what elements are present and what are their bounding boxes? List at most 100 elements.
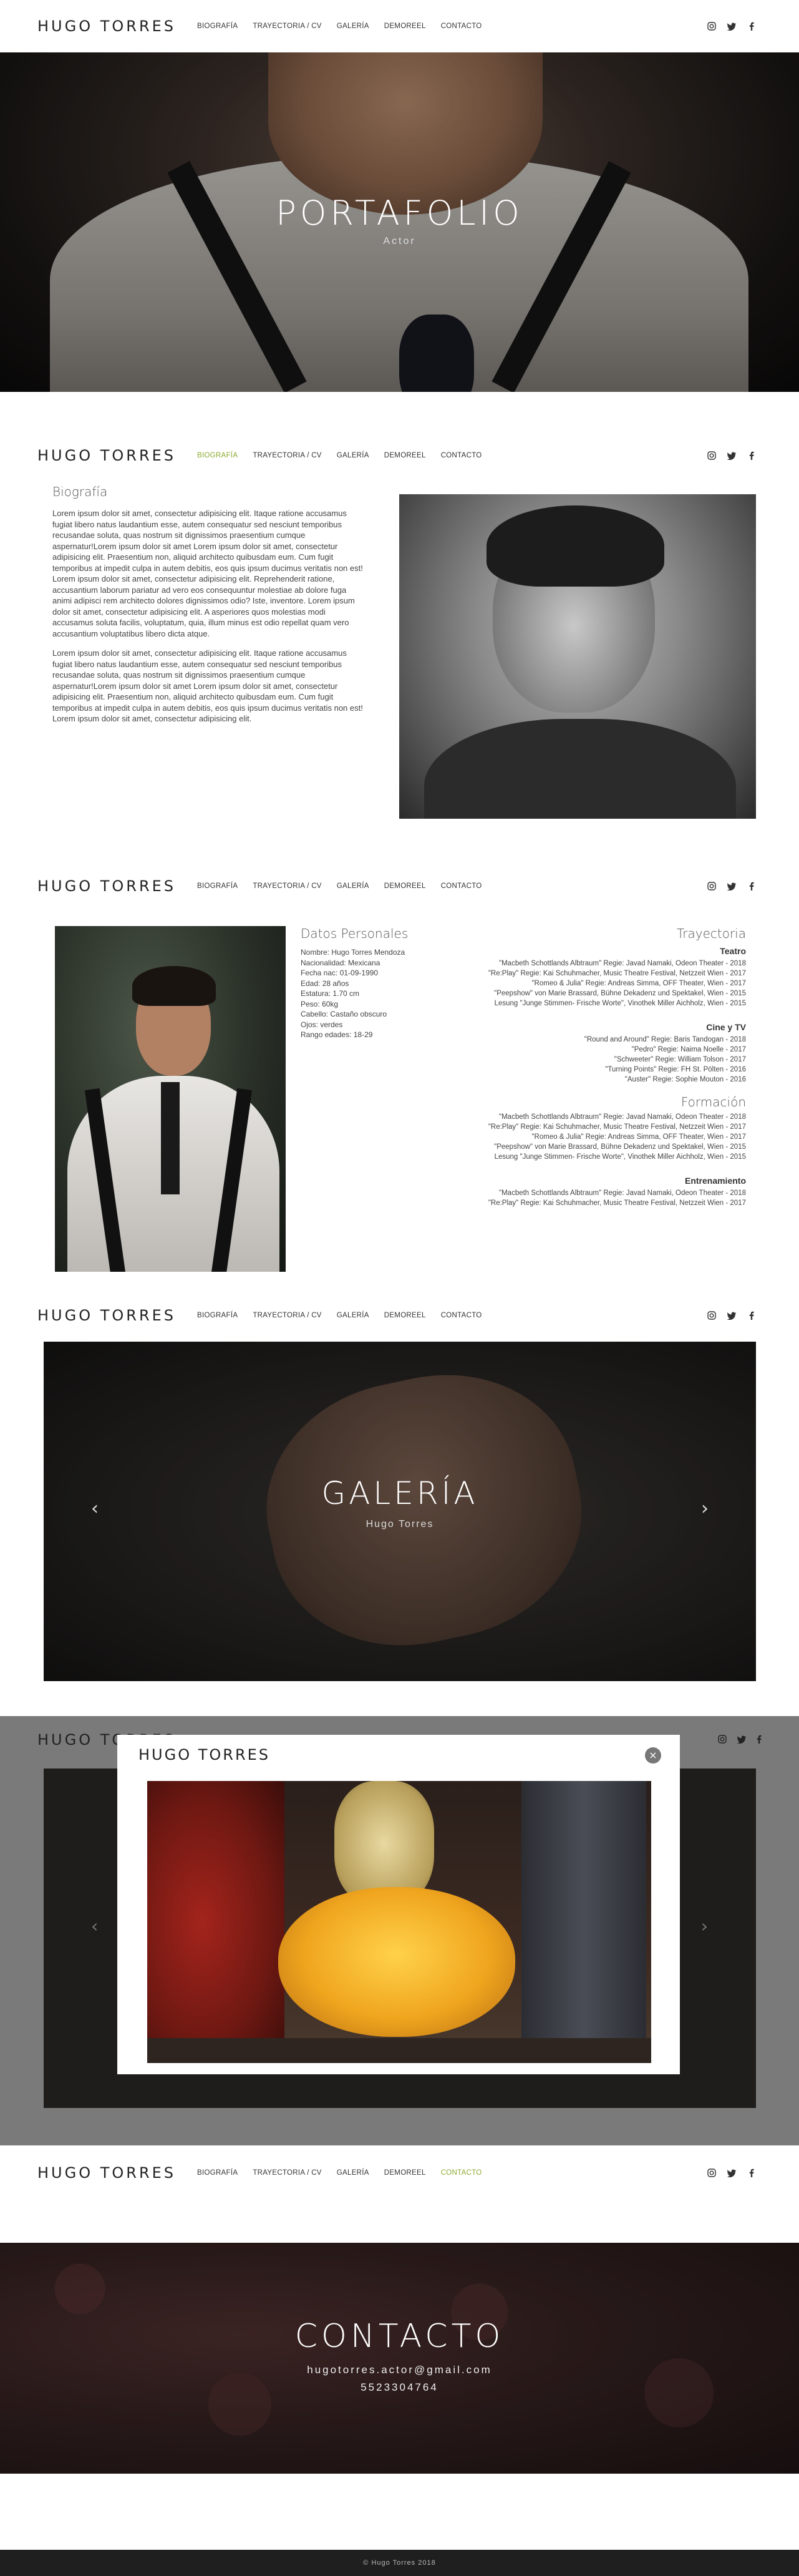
brand-logo[interactable]: HUGO TORRES xyxy=(37,17,197,35)
contact-title: CONTACTO xyxy=(294,2318,505,2355)
nav-demoreel[interactable]: DEMOREEL xyxy=(384,22,426,30)
brand-logo[interactable]: HUGO TORRES xyxy=(37,1307,197,1324)
trayectoria-column: Trayectoria Teatro "Macbeth Schottlands … xyxy=(449,926,746,1208)
cine-item: "Turning Points" Regie: FH St. Pölten - … xyxy=(605,1066,746,1073)
nav-trayectoria[interactable]: TRAYECTORIA / CV xyxy=(253,22,321,30)
formacion-item: "Macbeth Schottlands Albtraum" Regie: Ja… xyxy=(499,1113,746,1121)
datos-item: Edad: 28 años xyxy=(301,978,349,988)
instagram-icon[interactable] xyxy=(707,2168,717,2178)
twitter-icon xyxy=(737,1735,747,1747)
formacion-item: "Peepshow" von Marie Brassard, Bühne Dek… xyxy=(494,1143,746,1151)
nav-contacto[interactable]: CONTACTO xyxy=(441,22,482,30)
formacion-item: "Re:Play" Regie: Kai Schuhmacher, Music … xyxy=(488,1123,746,1131)
facebook-icon[interactable] xyxy=(747,2168,757,2178)
gallery-subtitle: Hugo Torres xyxy=(366,1519,434,1530)
contact-section: CONTACTO hugotorres.actor@gmail.com 5523… xyxy=(0,2243,799,2474)
facebook-icon[interactable] xyxy=(747,451,757,461)
modal-title: HUGO TORRES xyxy=(138,1746,271,1764)
bio-title: Biografía xyxy=(52,484,108,499)
gallery-prev-icon: ‹ xyxy=(91,1916,99,1936)
cine-item: "Auster" Regie: Sophie Mouton - 2016 xyxy=(624,1076,746,1083)
nav-galeria[interactable]: GALERÍA xyxy=(337,1312,369,1319)
hero-subtitle: Actor xyxy=(383,236,416,246)
bio-text: Lorem ipsum dolor sit amet, consectetur … xyxy=(52,508,364,733)
formacion-title: Formación xyxy=(680,1095,746,1110)
instagram-icon[interactable] xyxy=(707,21,717,31)
twitter-icon[interactable] xyxy=(727,21,737,31)
trayectoria-title: Trayectoria xyxy=(676,926,746,941)
nav-demoreel[interactable]: DEMOREEL xyxy=(384,452,426,459)
cine-item: "Round and Around" Regie: Baris Tandogan… xyxy=(584,1036,746,1043)
lightbox-modal: HUGO TORRES × xyxy=(117,1735,680,2074)
twitter-icon[interactable] xyxy=(727,1310,737,1320)
brand-logo[interactable]: HUGO TORRES xyxy=(37,877,197,895)
bio-nav: HUGO TORRES BIOGRAFÍA TRAYECTORIA / CV G… xyxy=(0,429,799,482)
nav-trayectoria[interactable]: TRAYECTORIA / CV xyxy=(253,2169,321,2177)
nav-trayectoria[interactable]: TRAYECTORIA / CV xyxy=(253,882,321,890)
nav-biografia[interactable]: BIOGRAFÍA xyxy=(197,452,238,459)
datos-item: Peso: 60kg xyxy=(301,999,339,1008)
instagram-icon[interactable] xyxy=(707,1310,717,1320)
top-nav: HUGO TORRES BIOGRAFÍA TRAYECTORIA / CV G… xyxy=(0,0,799,52)
nav-trayectoria[interactable]: TRAYECTORIA / CV xyxy=(253,452,321,459)
nav-contacto[interactable]: CONTACTO xyxy=(441,2169,482,2177)
facebook-icon[interactable] xyxy=(747,881,757,891)
trayectoria-photo xyxy=(55,926,286,1272)
gallery-next-icon: › xyxy=(700,1916,708,1936)
instagram-icon[interactable] xyxy=(707,451,717,461)
nav-demoreel[interactable]: DEMOREEL xyxy=(384,1312,426,1319)
entrenamiento-item: "Re:Play" Regie: Kai Schuhmacher, Music … xyxy=(488,1199,746,1207)
nav-biografia[interactable]: BIOGRAFÍA xyxy=(197,22,238,30)
datos-title: Datos Personales xyxy=(301,926,409,941)
nav-demoreel[interactable]: DEMOREEL xyxy=(384,882,426,890)
nav-biografia[interactable]: BIOGRAFÍA xyxy=(197,1312,238,1319)
nav-galeria[interactable]: GALERÍA xyxy=(337,452,369,459)
nav-contacto[interactable]: CONTACTO xyxy=(441,1312,482,1319)
twitter-icon[interactable] xyxy=(727,451,737,461)
twitter-icon[interactable] xyxy=(727,2168,737,2178)
datos-item: Estatura: 1.70 cm xyxy=(301,989,360,998)
nav-galeria[interactable]: GALERÍA xyxy=(337,882,369,890)
twitter-icon[interactable] xyxy=(727,881,737,891)
footer-copyright: © Hugo Torres 2018 xyxy=(0,2550,799,2576)
contact-email[interactable]: hugotorres.actor@gmail.com xyxy=(0,2364,799,2376)
nav-biografia[interactable]: BIOGRAFÍA xyxy=(197,2169,238,2177)
bio-photo xyxy=(399,494,756,819)
nav-galeria[interactable]: GALERÍA xyxy=(337,2169,369,2177)
entrenamiento-title: Entrenamiento xyxy=(684,1176,746,1186)
nav-galeria[interactable]: GALERÍA xyxy=(337,22,369,30)
datos-item: Nacionalidad: Mexicana xyxy=(301,958,380,967)
teatro-title: Teatro xyxy=(720,946,746,956)
bio-paragraph-2: Lorem ipsum dolor sit amet, consectetur … xyxy=(52,648,363,723)
facebook-icon[interactable] xyxy=(747,21,757,31)
brand-logo[interactable]: HUGO TORRES xyxy=(37,447,197,464)
brand-logo[interactable]: HUGO TORRES xyxy=(37,2164,197,2182)
entrenamiento-item: "Macbeth Schottlands Albtraum" Regie: Ja… xyxy=(499,1189,746,1197)
instagram-icon[interactable] xyxy=(707,881,717,891)
datos-item: Fecha nac: 01-09-1990 xyxy=(301,968,379,977)
datos-personales: Datos Personales Nombre: Hugo Torres Men… xyxy=(301,926,438,1040)
nav-biografia[interactable]: BIOGRAFÍA xyxy=(197,882,238,890)
formacion-item: "Romeo & Julia" Regie: Andreas Simma, OF… xyxy=(531,1133,746,1141)
contacto-nav: HUGO TORRES BIOGRAFÍA TRAYECTORIA / CV G… xyxy=(0,2147,799,2199)
facebook-icon[interactable] xyxy=(747,1310,757,1320)
teatro-item: "Romeo & Julia" Regie: Andreas Simma, OF… xyxy=(531,980,746,987)
cine-title: Cine y TV xyxy=(706,1022,746,1032)
nav-trayectoria[interactable]: TRAYECTORIA / CV xyxy=(253,1312,321,1319)
nav-demoreel[interactable]: DEMOREEL xyxy=(384,2169,426,2177)
instagram-icon xyxy=(718,1735,727,1747)
nav-contacto[interactable]: CONTACTO xyxy=(441,452,482,459)
modal-image xyxy=(147,1781,651,2063)
contact-phone[interactable]: 5523304764 xyxy=(0,2381,799,2394)
social-links xyxy=(707,21,757,31)
nav-contacto[interactable]: CONTACTO xyxy=(441,882,482,890)
datos-item: Rango edades: 18-29 xyxy=(301,1030,373,1039)
facebook-icon xyxy=(757,1735,762,1747)
lightbox-overlay[interactable]: HUGO TORRES ‹ › HUGO TORRES × xyxy=(0,1716,799,2145)
hero-title: PORTAFOLIO xyxy=(276,193,523,233)
hero-section: PORTAFOLIO Actor xyxy=(0,52,799,392)
bio-paragraph-1: Lorem ipsum dolor sit amet, consectetur … xyxy=(52,509,363,638)
gallery-slider[interactable]: ‹ › GALERÍA Hugo Torres xyxy=(44,1342,756,1681)
close-icon[interactable]: × xyxy=(645,1747,661,1764)
teatro-item: "Re:Play" Regie: Kai Schuhmacher, Music … xyxy=(488,970,746,977)
